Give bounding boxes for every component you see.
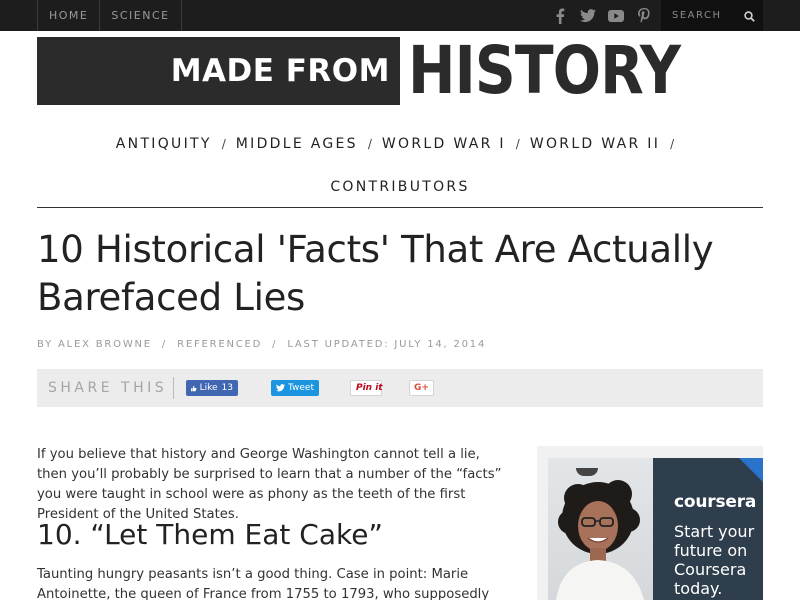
nav-separator: / — [221, 137, 226, 151]
pin-it-label: Pin it — [356, 383, 383, 393]
facebook-like-count: 13 — [221, 383, 233, 393]
nav-separator: / — [367, 137, 372, 151]
byline-separator: / — [161, 339, 168, 350]
nav-middle-ages[interactable]: MIDDLE AGES — [236, 136, 358, 152]
top-bar: HOME SCIENCE — [0, 0, 800, 31]
nav-separator: / — [670, 137, 675, 151]
tweet-label: Tweet — [288, 383, 314, 393]
top-nav-science[interactable]: SCIENCE — [100, 0, 182, 31]
referenced-link[interactable]: REFERENCED — [177, 339, 262, 350]
ad-brand-logo: coursera — [674, 492, 757, 512]
share-divider — [173, 377, 174, 399]
site-logo[interactable]: MADE FROM HISTORY — [37, 37, 717, 105]
ad-copy: Start your future on Coursera today. — [674, 522, 755, 598]
pin-it-button[interactable]: Pin it — [350, 380, 383, 396]
article-byline: BY ALEX BROWNE / REFERENCED / LAST UPDAT… — [37, 339, 486, 350]
share-bar: SHARE THIS Like 13 Tweet Pin it G+ — [37, 369, 763, 407]
search-icon[interactable] — [741, 8, 757, 24]
search-input[interactable] — [661, 0, 741, 31]
woman-portrait-image — [556, 480, 644, 600]
nav-separator: / — [515, 137, 520, 151]
facebook-like-button[interactable]: Like 13 — [186, 380, 238, 396]
top-nav-home[interactable]: HOME — [38, 0, 101, 31]
google-plus-label: G+ — [414, 383, 429, 393]
nav-world-war-ii[interactable]: WORLD WAR II — [530, 136, 660, 152]
category-nav: ANTIQUITY / MIDDLE AGES / WORLD WAR I / … — [37, 134, 763, 154]
thumbs-up-icon — [191, 385, 197, 391]
author-link[interactable]: BY ALEX BROWNE — [37, 339, 152, 350]
ad-photo — [548, 458, 656, 600]
section-heading: 10. “Let Them Eat Cake” — [37, 518, 383, 551]
facebook-like-label: Like — [199, 383, 218, 393]
google-plus-button[interactable]: G+ — [409, 380, 434, 396]
twitter-icon[interactable] — [574, 0, 602, 31]
logo-text-made-from: MADE FROM — [37, 37, 400, 105]
ad-corner-accent — [739, 458, 763, 482]
twitter-bird-icon — [276, 384, 285, 392]
nav-contributors[interactable]: CONTRIBUTORS — [330, 179, 469, 195]
search-box — [661, 0, 763, 31]
article-title: 10 Historical 'Facts' That Are Actually … — [37, 228, 714, 319]
nav-divider — [37, 207, 763, 208]
share-label: SHARE THIS — [48, 380, 168, 396]
tweet-button[interactable]: Tweet — [271, 380, 319, 396]
top-nav: HOME SCIENCE — [37, 0, 182, 31]
last-updated: LAST UPDATED: JULY 14, 2014 — [287, 339, 487, 350]
nav-world-war-i[interactable]: WORLD WAR I — [382, 136, 506, 152]
byline-separator: / — [272, 339, 278, 350]
logo-text-history: HISTORY — [408, 32, 681, 109]
facebook-icon[interactable] — [546, 0, 574, 31]
nav-antiquity[interactable]: ANTIQUITY — [116, 136, 212, 152]
article-paragraph: Taunting hungry peasants isn’t a good th… — [37, 567, 490, 600]
youtube-icon[interactable] — [602, 0, 630, 31]
article-intro: If you believe that history and George W… — [37, 447, 502, 522]
pinterest-icon[interactable] — [630, 0, 658, 31]
category-nav-row-2: CONTRIBUTORS — [37, 177, 763, 197]
